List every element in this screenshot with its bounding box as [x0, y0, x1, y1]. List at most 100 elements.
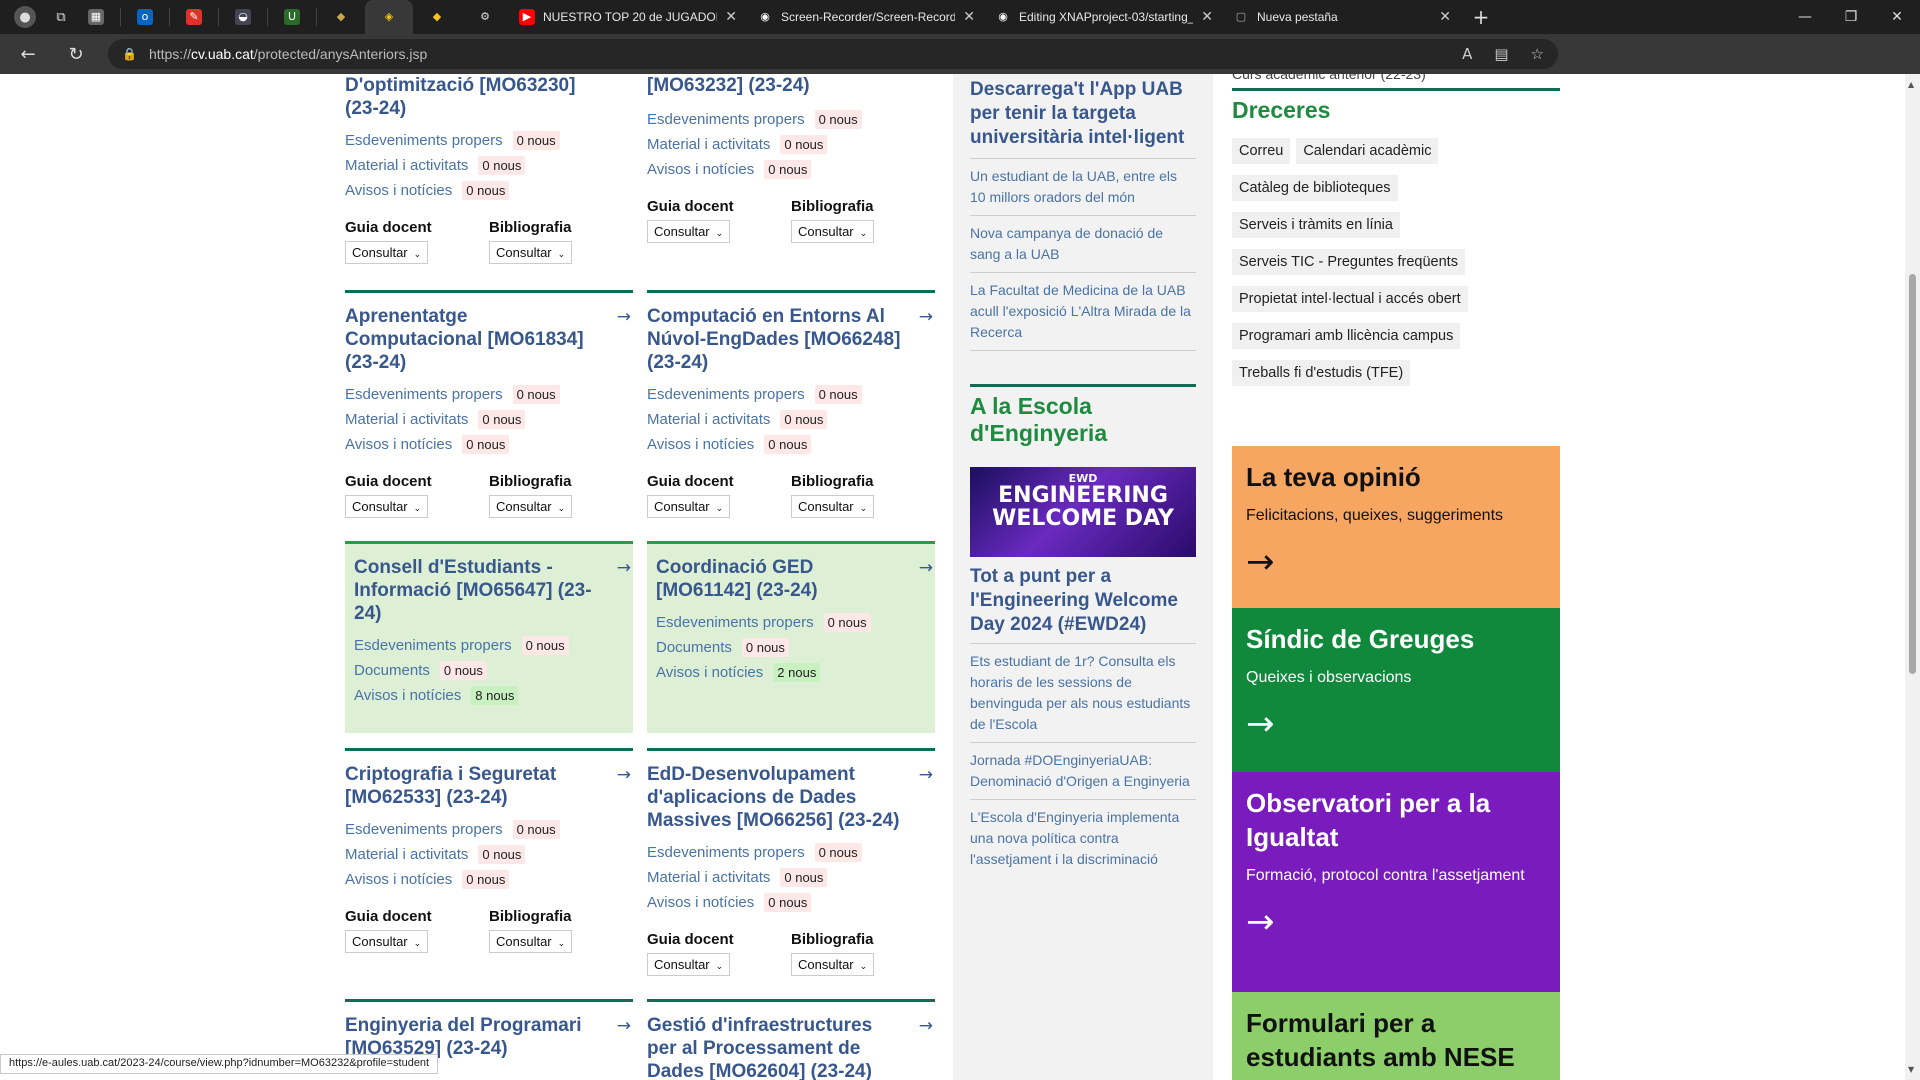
- favorite-star-icon[interactable]: ☆: [1531, 45, 1544, 63]
- course-link[interactable]: Material i activitats: [647, 411, 770, 428]
- shortcut-chip[interactable]: Propietat intel·lectual i accés obert: [1232, 286, 1468, 312]
- course-title[interactable]: Consell d'Estudiants - Informació [MO656…: [354, 544, 633, 625]
- scrollbar-thumb[interactable]: [1909, 274, 1916, 674]
- arrow-right-icon[interactable]: →: [919, 765, 933, 785]
- course-title[interactable]: Computació en Entorns Al Núvol-EngDades …: [647, 293, 935, 374]
- course-card[interactable]: Criptografia i Seguretat [MO62533] (23-2…: [345, 748, 633, 953]
- pinned-tab[interactable]: ◆: [317, 0, 365, 34]
- course-link[interactable]: Documents: [656, 639, 732, 656]
- arrow-right-icon[interactable]: →: [617, 307, 631, 327]
- opinion-promo[interactable]: La teva opinió Felicitacions, queixes, s…: [1232, 446, 1560, 608]
- close-icon[interactable]: ✕: [963, 9, 975, 25]
- scroll-down-icon[interactable]: ▼: [1908, 1065, 1914, 1074]
- course-link[interactable]: Avisos i notícies: [345, 871, 452, 888]
- course-link[interactable]: Avisos i notícies: [656, 664, 763, 681]
- guia-docent-select[interactable]: Consultar ⌄: [345, 930, 429, 953]
- refresh-icon[interactable]: ↻: [58, 44, 94, 65]
- pinned-tab-active[interactable]: ◈: [365, 0, 413, 34]
- profile-avatar-icon[interactable]: ●: [14, 6, 36, 28]
- course-title[interactable]: Aprenentatge Computacional [MO61834] (23…: [345, 293, 633, 374]
- course-title[interactable]: Criptografia i Seguretat [MO62533] (23-2…: [345, 751, 633, 809]
- bibliografia-select[interactable]: Consultar ⌄: [489, 930, 573, 953]
- pinned-tab[interactable]: ◆: [413, 0, 461, 34]
- close-icon[interactable]: ✕: [725, 9, 737, 25]
- bibliografia-select[interactable]: Consultar ⌄: [791, 495, 875, 518]
- news-headline[interactable]: Descarrega't l'App UAB per tenir la targ…: [970, 78, 1196, 150]
- course-card[interactable]: Aprenentatge Computacional [MO61834] (23…: [345, 290, 633, 518]
- news-item[interactable]: La Facultat de Medicina de la UAB acull …: [970, 273, 1196, 351]
- course-title[interactable]: Coordinació GED [MO61142] (23-24): [656, 544, 935, 602]
- course-link[interactable]: Material i activitats: [345, 846, 468, 863]
- workspaces-icon[interactable]: ⧉: [50, 6, 72, 28]
- bibliografia-select[interactable]: Consultar ⌄: [791, 220, 875, 243]
- arrow-right-icon[interactable]: →: [919, 558, 933, 578]
- bibliografia-select[interactable]: Consultar ⌄: [489, 495, 573, 518]
- news-item[interactable]: L'Escola d'Enginyeria implementa una nov…: [970, 800, 1196, 877]
- url-field[interactable]: 🔒 https://cv.uab.cat/protected/anysAnter…: [108, 39, 1558, 69]
- course-link[interactable]: Esdeveniments propers: [647, 386, 805, 403]
- guia-docent-select[interactable]: Consultar ⌄: [345, 241, 429, 264]
- tab[interactable]: ▢ Nueva pestaña ✕: [1223, 0, 1461, 34]
- course-title[interactable]: EdD-Desenvolupament d'aplicacions de Dad…: [647, 751, 935, 832]
- new-tab-button[interactable]: +: [1461, 5, 1501, 29]
- course-card[interactable]: Gestió d'infraestructures per al Process…: [647, 999, 935, 1080]
- tab[interactable]: ◉ Screen-Recorder/Screen-Recorder ✕: [747, 0, 985, 34]
- course-link[interactable]: Material i activitats: [647, 869, 770, 886]
- group-card[interactable]: Consell d'Estudiants - Informació [MO656…: [345, 541, 633, 733]
- group-card[interactable]: Coordinació GED [MO61142] (23-24) → Esdev…: [647, 541, 935, 733]
- sindic-promo[interactable]: Síndic de Greuges Queixes i observacions…: [1232, 608, 1560, 772]
- course-title[interactable]: Enginyeria del Programari [MO63529] (23-…: [345, 1002, 633, 1060]
- course-link[interactable]: Esdeveniments propers: [345, 132, 503, 149]
- pinned-tab[interactable]: U: [268, 0, 316, 34]
- course-link[interactable]: Documents: [354, 662, 430, 679]
- course-link[interactable]: Avisos i notícies: [345, 436, 452, 453]
- news-item[interactable]: Ets estudiant de 1r? Consulta els horari…: [970, 644, 1196, 743]
- shortcut-chip[interactable]: Treballs fi d'estudis (TFE): [1232, 360, 1411, 386]
- prev-year-link[interactable]: Curs acadèmic anterior (22-23): [1232, 74, 1560, 88]
- guia-docent-select[interactable]: Consultar ⌄: [647, 220, 731, 243]
- back-icon[interactable]: ←: [10, 44, 46, 65]
- pinned-tab[interactable]: ▦: [72, 0, 120, 34]
- pinned-tab[interactable]: ◒: [219, 0, 267, 34]
- shortcut-chip[interactable]: Serveis i tràmits en línia: [1232, 212, 1400, 238]
- nese-promo[interactable]: Formulari per a estudiants amb NESE: [1232, 992, 1560, 1080]
- course-link[interactable]: Avisos i notícies: [345, 182, 452, 199]
- shortcut-chip[interactable]: Calendari acadèmic: [1296, 138, 1439, 164]
- course-link[interactable]: Material i activitats: [345, 157, 468, 174]
- scroll-up-icon[interactable]: ▲: [1908, 80, 1914, 89]
- guia-docent-select[interactable]: Consultar ⌄: [647, 953, 731, 976]
- course-link[interactable]: Avisos i notícies: [647, 894, 754, 911]
- course-card[interactable]: EdD-Desenvolupament d'aplicacions de Dad…: [647, 748, 935, 976]
- guia-docent-select[interactable]: Consultar ⌄: [345, 495, 429, 518]
- course-card[interactable]: [MO63232] (23-24) Esdeveniments propers 0…: [647, 74, 935, 243]
- escola-headline[interactable]: Tot a punt per a l'Engineering Welcome D…: [970, 565, 1196, 637]
- igualtat-promo[interactable]: Observatori per a la Igualtat Formació, …: [1232, 772, 1560, 992]
- arrow-right-icon[interactable]: →: [617, 765, 631, 785]
- close-icon[interactable]: ✕: [1201, 9, 1213, 25]
- arrow-right-icon[interactable]: →: [617, 1016, 631, 1036]
- news-item[interactable]: Nova campanya de donació de sang a la UA…: [970, 216, 1196, 273]
- guia-docent-select[interactable]: Consultar ⌄: [647, 495, 731, 518]
- tab[interactable]: ◉ Editing XNAPproject-03/starting_ ✕: [985, 0, 1223, 34]
- minimize-icon[interactable]: —: [1782, 0, 1828, 34]
- course-link[interactable]: Esdeveniments propers: [345, 821, 503, 838]
- course-link[interactable]: Avisos i notícies: [647, 436, 754, 453]
- immersive-reader-icon[interactable]: ▤: [1494, 45, 1508, 63]
- page-scrollbar[interactable]: ▲ ▼: [1905, 74, 1920, 1080]
- course-link[interactable]: Esdeveniments propers: [354, 637, 512, 654]
- news-item[interactable]: Jornada #DOEnginyeriaUAB: Denominació d'…: [970, 743, 1196, 800]
- course-card[interactable]: Computació en Entorns Al Núvol-EngDades …: [647, 290, 935, 518]
- shortcut-chip[interactable]: Serveis TIC - Preguntes freqüents: [1232, 249, 1465, 275]
- close-window-icon[interactable]: ✕: [1874, 0, 1920, 34]
- arrow-right-icon[interactable]: →: [617, 558, 631, 578]
- news-item[interactable]: Un estudiant de la UAB, entre els 10 mil…: [970, 159, 1196, 216]
- course-link[interactable]: Esdeveniments propers: [647, 111, 805, 128]
- course-link[interactable]: Material i activitats: [345, 411, 468, 428]
- course-title[interactable]: [MO63232] (23-24): [647, 74, 935, 97]
- shortcut-chip[interactable]: Programari amb llicència campus: [1232, 323, 1461, 349]
- close-icon[interactable]: ✕: [1439, 9, 1451, 25]
- bibliografia-select[interactable]: Consultar ⌄: [489, 241, 573, 264]
- shortcut-chip[interactable]: Correu: [1232, 138, 1291, 164]
- course-card[interactable]: Enginyeria del Programari [MO63529] (23-…: [345, 999, 633, 1060]
- arrow-right-icon[interactable]: →: [919, 307, 933, 327]
